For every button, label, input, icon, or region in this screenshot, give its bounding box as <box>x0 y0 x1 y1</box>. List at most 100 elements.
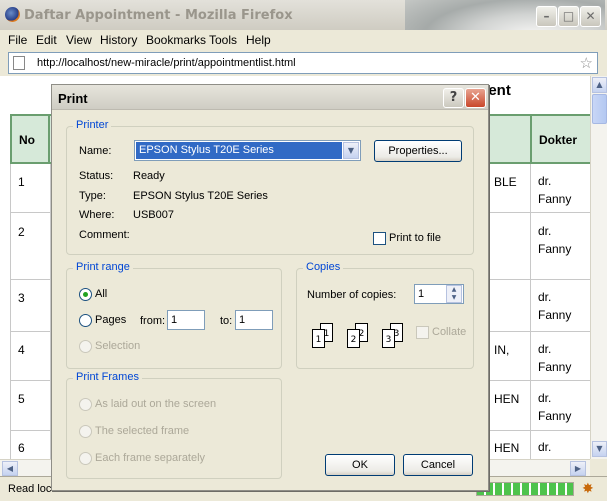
url-bar[interactable]: http://localhost/new-miracle/print/appoi… <box>8 52 598 74</box>
column-divider <box>10 164 11 459</box>
page-icon: 2 <box>347 329 360 348</box>
addon-icon[interactable]: ✸ <box>582 480 594 497</box>
window-titlebar: Daftar Appointment - Mozilla Firefox – □… <box>0 0 607 30</box>
print-dialog: Print ? ✕ Printer Name: EPSON Stylus T20… <box>51 84 489 491</box>
all-label: All <box>95 288 108 300</box>
close-window-button[interactable]: ✕ <box>580 6 601 27</box>
row-6-mid: HEN <box>494 441 520 455</box>
chevron-down-icon[interactable]: ▼ <box>343 142 359 159</box>
column-divider <box>530 164 531 459</box>
comment-label: Comment: <box>79 229 130 241</box>
type-value: EPSON Stylus T20E Series <box>133 190 268 202</box>
print-to-file-label: Print to file <box>389 232 441 244</box>
menu-bookmarks[interactable]: Bookmarks <box>146 33 206 47</box>
column-header-dokter: Dokter <box>530 114 590 164</box>
selection-label: Selection <box>95 340 141 352</box>
page-icon <box>13 56 25 70</box>
status-label: Status: <box>79 170 114 182</box>
vertical-scrollbar[interactable]: ▲ ▼ <box>590 76 607 459</box>
scroll-down-icon[interactable]: ▼ <box>592 441 607 457</box>
pages-radio[interactable] <box>79 314 92 327</box>
menu-edit[interactable]: Edit <box>36 33 57 47</box>
print-range-legend: Print range <box>73 261 133 273</box>
row-1-dokter-name: Fanny <box>538 192 572 206</box>
close-dialog-button[interactable]: ✕ <box>465 88 486 108</box>
frames-option-2-label: The selected frame <box>95 425 190 437</box>
scroll-right-icon[interactable]: ▶ <box>570 461 586 476</box>
frames-option-3-label: Each frame separately <box>95 452 206 464</box>
scroll-up-icon[interactable]: ▲ <box>592 77 607 93</box>
firefox-icon <box>5 7 20 22</box>
print-to-file-checkbox[interactable] <box>373 232 386 245</box>
row-5-dokter-name: Fanny <box>538 409 572 423</box>
column-header-no: No <box>10 114 50 164</box>
url-text[interactable]: http://localhost/new-miracle/print/appoi… <box>37 57 296 69</box>
menu-file[interactable]: File <box>8 33 27 47</box>
status-text: Read loc <box>8 483 52 495</box>
to-input[interactable]: 1 <box>235 310 273 330</box>
frames-option-3-radio[interactable] <box>79 452 92 465</box>
row-4-dokter-name: Fanny <box>538 360 572 374</box>
printer-select[interactable]: EPSON Stylus T20E Series ▼ <box>134 140 361 161</box>
selection-radio[interactable] <box>79 340 92 353</box>
scroll-left-icon[interactable]: ◀ <box>2 461 18 476</box>
to-label: to: <box>220 315 233 327</box>
progress-bar <box>476 482 574 496</box>
row-4-dokter: dr. <box>538 342 552 356</box>
row-5-dokter: dr. <box>538 391 552 405</box>
collate-label: Collate <box>432 326 467 338</box>
row-1-mid: BLE <box>494 175 517 189</box>
frames-option-1-label: As laid out on the screen <box>95 398 217 410</box>
from-label: from: <box>140 315 166 327</box>
printer-legend: Printer <box>73 119 112 131</box>
row-6-dokter: dr. <box>538 440 552 454</box>
row-2-no: 2 <box>18 225 25 239</box>
spin-down-icon[interactable]: ▼ <box>447 294 461 302</box>
maximize-button[interactable]: □ <box>558 6 579 27</box>
row-1-no: 1 <box>18 175 25 189</box>
dialog-title: Print <box>58 91 88 106</box>
row-4-mid: IN, <box>494 343 510 357</box>
copies-spinner[interactable]: ▲ ▼ <box>446 285 462 303</box>
minimize-button[interactable]: – <box>536 6 557 27</box>
all-radio[interactable] <box>79 288 92 301</box>
row-3-dokter-name: Fanny <box>538 308 572 322</box>
window-title: Daftar Appointment - Mozilla Firefox <box>24 8 293 23</box>
dialog-titlebar: Print ? ✕ <box>52 85 488 110</box>
row-2-dokter: dr. <box>538 224 552 238</box>
row-2-dokter-name: Fanny <box>538 242 572 256</box>
copies-legend: Copies <box>303 261 344 273</box>
number-of-copies-label: Number of copies: <box>307 289 397 301</box>
frames-option-2-radio[interactable] <box>79 425 92 438</box>
row-3-no: 3 <box>18 291 25 305</box>
row-5-mid: HEN <box>494 392 520 406</box>
frames-option-1-radio[interactable] <box>79 398 92 411</box>
row-4-no: 4 <box>18 343 25 357</box>
pages-label: Pages <box>95 314 127 326</box>
collate-checkbox[interactable] <box>416 326 429 339</box>
row-6-no: 6 <box>18 441 25 455</box>
scroll-thumb[interactable] <box>592 94 607 124</box>
cancel-button[interactable]: Cancel <box>403 454 473 476</box>
menu-view[interactable]: View <box>66 33 92 47</box>
status-value: Ready <box>133 170 165 182</box>
properties-button[interactable]: Properties... <box>374 140 462 162</box>
from-input[interactable]: 1 <box>167 310 205 330</box>
help-button[interactable]: ? <box>443 88 464 108</box>
row-1-dokter: dr. <box>538 174 552 188</box>
page-icon: 3 <box>382 329 395 348</box>
menu-tools[interactable]: Tools <box>209 33 237 47</box>
where-value: USB007 <box>133 209 174 221</box>
menu-bar: File Edit View History Bookmarks Tools H… <box>0 30 607 50</box>
printer-select-value: EPSON Stylus T20E Series <box>136 142 342 159</box>
menu-history[interactable]: History <box>100 33 137 47</box>
row-5-no: 5 <box>18 392 25 406</box>
menu-help[interactable]: Help <box>246 33 271 47</box>
spin-up-icon[interactable]: ▲ <box>447 286 461 294</box>
bookmark-star-icon[interactable]: ☆ <box>580 54 593 72</box>
page-icon: 1 <box>312 329 325 348</box>
where-label: Where: <box>79 209 115 221</box>
type-label: Type: <box>79 190 106 202</box>
ok-button[interactable]: OK <box>325 454 395 476</box>
row-3-dokter: dr. <box>538 290 552 304</box>
